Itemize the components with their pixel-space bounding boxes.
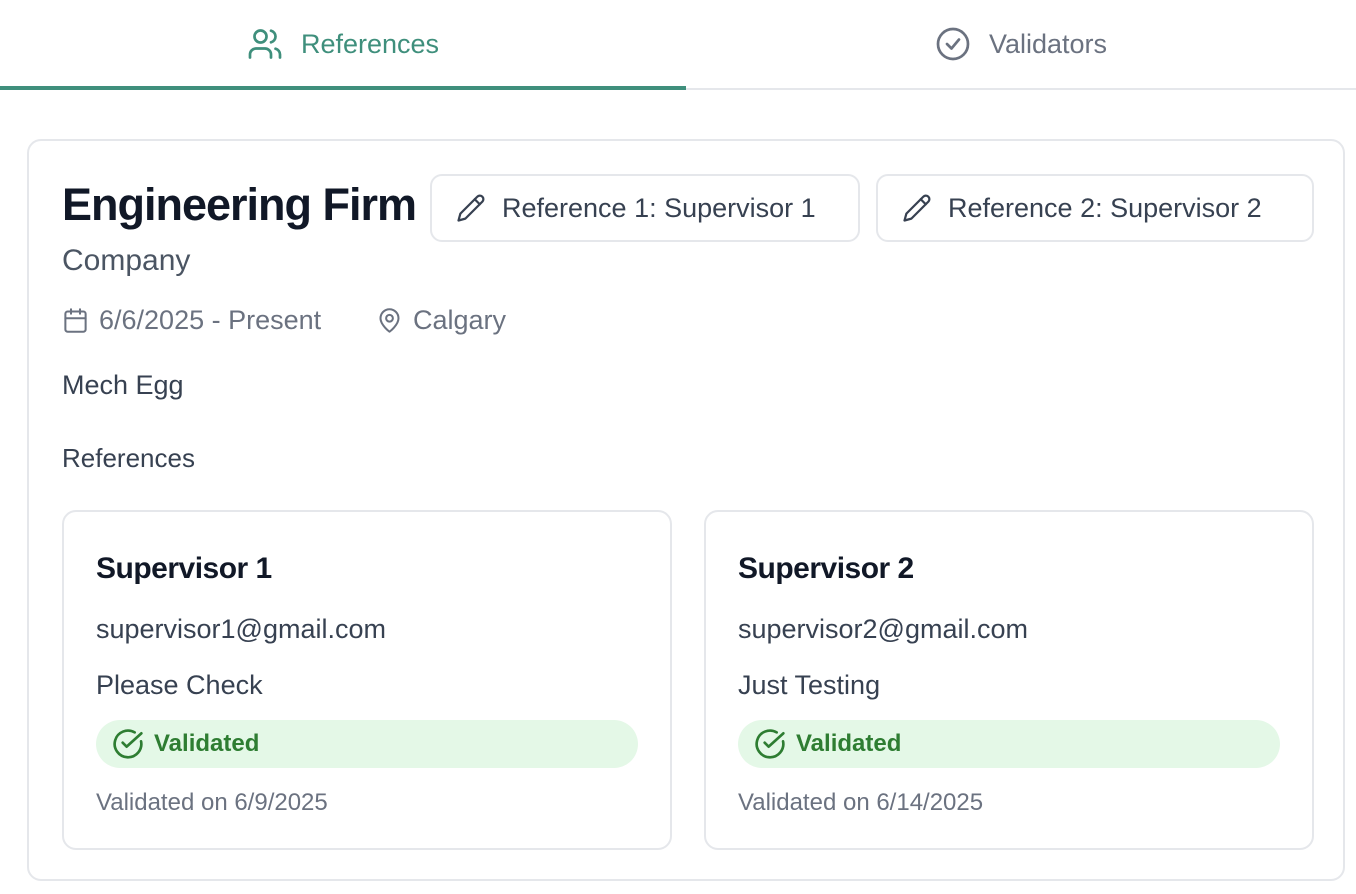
experience-title: Engineering Firm (62, 179, 417, 230)
users-icon (248, 29, 282, 59)
reference-note: Just Testing (738, 670, 881, 700)
reference-2-button-label: Reference 2: Supervisor 2 (948, 192, 1262, 223)
check-circle-icon (113, 729, 143, 759)
reference-email: supervisor2@gmail.com (738, 614, 1028, 644)
check-circle-icon (936, 27, 970, 61)
date-range: 6/6/2025 - Present (62, 305, 321, 336)
reference-card: Supervisor 2 supervisor2@gmail.com Just … (704, 510, 1314, 850)
date-range-text: 6/6/2025 - Present (99, 305, 322, 335)
location-text: Calgary (413, 305, 507, 335)
tab-references[interactable]: References (0, 0, 686, 90)
validated-date: Validated on 6/9/2025 (96, 789, 328, 816)
experience-type: Company (62, 244, 191, 277)
tab-validators-label: Validators (988, 28, 1108, 59)
references-heading: References (62, 443, 195, 473)
location: Calgary (376, 305, 506, 336)
reference-name: Supervisor 2 (738, 552, 914, 585)
tab-bar: References Validators (0, 0, 1356, 90)
pencil-icon (457, 194, 485, 222)
check-circle-icon (755, 729, 785, 759)
map-pin-icon (379, 308, 400, 333)
validated-date: Validated on 6/14/2025 (738, 789, 984, 816)
reference-note: Please Check (96, 670, 263, 700)
status-badge: Validated (738, 720, 1280, 768)
reference-card: Supervisor 1 supervisor1@gmail.com Pleas… (62, 510, 672, 850)
status-badge-label: Validated (796, 730, 902, 757)
tab-validators[interactable]: Validators (686, 0, 1356, 88)
calendar-icon (64, 308, 87, 333)
reference-email: supervisor1@gmail.com (96, 614, 386, 644)
reference-2-button[interactable]: Reference 2: Supervisor 2 (876, 174, 1314, 242)
reference-1-button-label: Reference 1: Supervisor 1 (502, 192, 816, 223)
reference-name: Supervisor 1 (96, 552, 272, 585)
status-badge-label: Validated (154, 730, 260, 757)
reference-1-button[interactable]: Reference 1: Supervisor 1 (430, 174, 860, 242)
status-badge: Validated (96, 720, 638, 768)
experience-description: Mech Egg (62, 370, 184, 400)
experience-card: Engineering Firm Reference 1: Supervisor… (27, 139, 1345, 881)
pencil-icon (903, 194, 931, 222)
tab-references-label: References (300, 28, 440, 59)
